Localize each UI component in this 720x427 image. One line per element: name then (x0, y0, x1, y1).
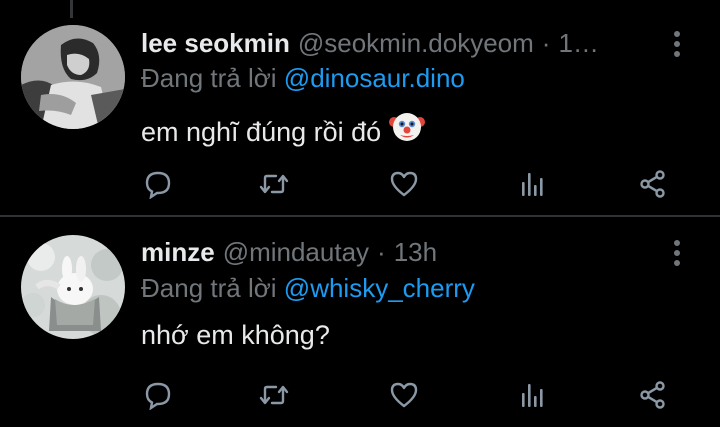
clown-face-emoji (389, 108, 426, 155)
retweet-icon[interactable] (254, 164, 294, 204)
tweet-text: nhớ em không? (141, 320, 330, 350)
tweet-feed: lee seokmin @seokmin.dokyeom · 1… Đang t… (0, 0, 720, 427)
reply-prefix: Đang trả lời (141, 273, 277, 303)
heart-icon[interactable] (384, 164, 424, 204)
more-vertical-icon[interactable] (664, 23, 690, 63)
mention-link[interactable]: @whisky_cherry (284, 273, 475, 303)
reply-context: Đang trả lời @dinosaur.dino (141, 58, 465, 98)
avatar[interactable] (21, 25, 125, 129)
reply-context: Đang trả lời @whisky_cherry (141, 268, 475, 308)
display-name[interactable]: minze (141, 232, 215, 272)
handle[interactable]: @seokmin.dokyeom (298, 23, 534, 63)
mention-link[interactable]: @dinosaur.dino (284, 63, 465, 93)
timestamp[interactable]: 13h (394, 232, 437, 272)
action-bar (0, 375, 720, 415)
separator-dot: · (377, 237, 386, 267)
views-icon[interactable] (512, 375, 552, 415)
share-icon[interactable] (633, 164, 673, 204)
reply-icon[interactable] (138, 375, 178, 415)
reply-icon[interactable] (138, 164, 178, 204)
avatar[interactable] (21, 235, 125, 339)
tweet-header: minze @mindautay · 13h (141, 232, 437, 272)
reply-prefix: Đang trả lời (141, 63, 277, 93)
tweet[interactable]: lee seokmin @seokmin.dokyeom · 1… Đang t… (0, 0, 720, 215)
tweet-text: em nghĩ đúng rồi đó (141, 116, 382, 147)
views-icon[interactable] (512, 164, 552, 204)
action-bar (0, 164, 720, 204)
heart-icon[interactable] (384, 375, 424, 415)
tweet[interactable]: minze @mindautay · 13h Đang trả lời @whi… (0, 217, 720, 427)
tweet-text-row: nhớ em không? (141, 315, 330, 355)
display-name[interactable]: lee seokmin (141, 23, 290, 63)
tweet-text-row: em nghĩ đúng rồi đó (141, 108, 426, 155)
timestamp[interactable]: 1… (558, 23, 598, 63)
share-icon[interactable] (633, 375, 673, 415)
separator-dot: · (541, 28, 551, 58)
thread-line (70, 0, 73, 18)
handle[interactable]: @mindautay (223, 232, 369, 272)
tweet-header: lee seokmin @seokmin.dokyeom · 1… (141, 23, 661, 63)
retweet-icon[interactable] (254, 375, 294, 415)
more-vertical-icon[interactable] (664, 232, 690, 272)
